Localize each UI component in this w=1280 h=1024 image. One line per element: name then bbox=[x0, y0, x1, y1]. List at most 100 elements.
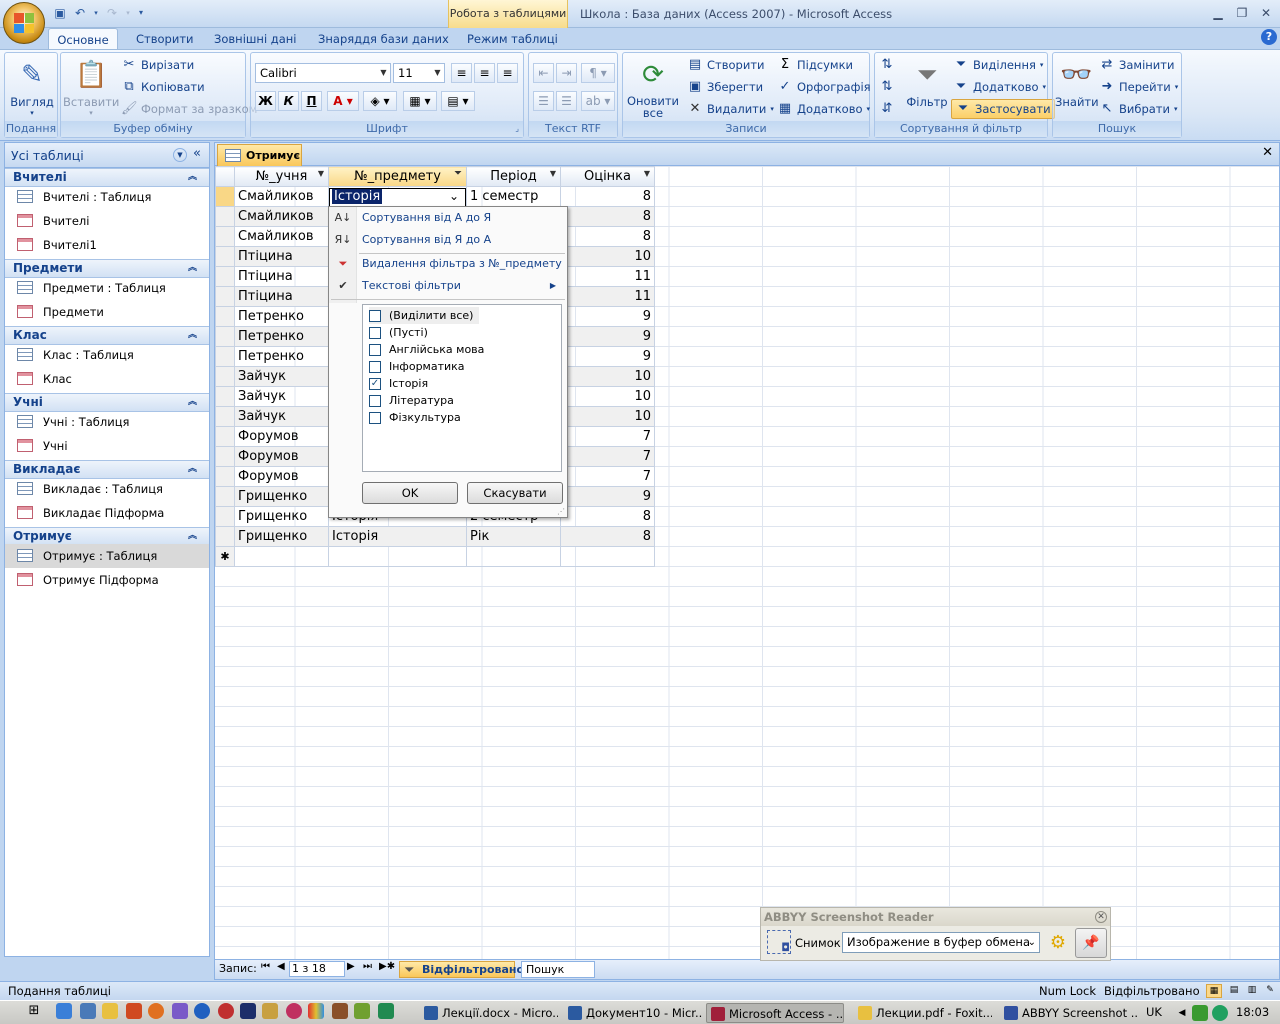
table-cell[interactable]: 8 bbox=[560, 526, 655, 547]
filter-button[interactable]: ⏷ Фільтр bbox=[903, 59, 951, 109]
record-selector[interactable] bbox=[215, 506, 235, 527]
record-selector[interactable] bbox=[215, 486, 235, 507]
pin-icon[interactable]: 📌 bbox=[1075, 928, 1107, 958]
help-icon[interactable]: ? bbox=[1261, 29, 1277, 45]
table-cell[interactable] bbox=[328, 546, 467, 567]
datasheet-view-icon[interactable]: ▦ bbox=[1206, 984, 1222, 998]
select-button[interactable]: ↖ Вибрати ▾ bbox=[1099, 101, 1178, 117]
prev-record-icon[interactable]: ◀ bbox=[277, 961, 285, 972]
record-selector[interactable] bbox=[215, 366, 235, 387]
table-cell[interactable]: Форумов bbox=[234, 426, 329, 447]
quicklaunch-icon[interactable] bbox=[218, 1003, 234, 1019]
tab-create[interactable]: Створити bbox=[128, 28, 202, 50]
design-view-icon[interactable]: ✎ bbox=[1262, 984, 1278, 998]
tray-arrow-icon[interactable]: ◀ bbox=[1174, 1005, 1190, 1021]
align-right-icon[interactable]: ≡ bbox=[497, 63, 518, 83]
next-record-icon[interactable]: ▶ bbox=[347, 961, 355, 972]
table-cell[interactable]: Грищенко bbox=[234, 526, 329, 547]
select-all-cell[interactable] bbox=[215, 166, 235, 187]
font-size-combo[interactable]: 11 ▼ bbox=[393, 63, 445, 83]
nav-item-teaches-subform[interactable]: Викладає Підформа bbox=[5, 501, 209, 525]
filter-value-english[interactable]: Англійська мова bbox=[369, 341, 484, 358]
pivot-table-icon[interactable]: ▤ bbox=[1226, 984, 1242, 998]
replace-button[interactable]: ⇄ Замінити bbox=[1099, 57, 1175, 73]
table-cell[interactable]: 10 bbox=[560, 386, 655, 407]
nav-item-teachers1-form[interactable]: Вчителі1 bbox=[5, 233, 209, 257]
table-cell[interactable]: Петренко bbox=[234, 346, 329, 367]
close-document-icon[interactable]: ✕ bbox=[1262, 145, 1273, 160]
table-cell[interactable]: Птіцина bbox=[234, 286, 329, 307]
quicklaunch-icon[interactable] bbox=[172, 1003, 188, 1019]
checkbox[interactable] bbox=[369, 361, 381, 373]
goto-button[interactable]: ➜ Перейти ▾ bbox=[1099, 79, 1179, 95]
quicklaunch-icon[interactable] bbox=[286, 1003, 302, 1019]
quicklaunch-icon[interactable] bbox=[262, 1003, 278, 1019]
tab-external-data[interactable]: Зовнішні дані bbox=[206, 28, 305, 50]
clear-sort-button[interactable]: ⇵ bbox=[879, 101, 895, 117]
firefox-icon[interactable] bbox=[148, 1003, 164, 1019]
table-cell[interactable]: Історія bbox=[328, 526, 467, 547]
filter-value-literature[interactable]: Література bbox=[369, 392, 454, 409]
record-position-input[interactable]: 1 з 18 bbox=[289, 961, 345, 977]
start-menu-icon[interactable]: ⊞ bbox=[26, 1003, 42, 1019]
new-record-button[interactable]: ▤ Створити bbox=[687, 57, 765, 73]
shutter-bar-icon[interactable]: « bbox=[193, 146, 201, 161]
record-selector[interactable] bbox=[215, 426, 235, 447]
checkbox-checked[interactable]: ✓ bbox=[369, 378, 381, 390]
record-selector[interactable] bbox=[215, 526, 235, 547]
filter-value-pe[interactable]: Фізкультура bbox=[369, 409, 461, 426]
font-name-combo[interactable]: Calibri ▼ bbox=[255, 63, 391, 83]
find-button[interactable]: 👓 Знайти bbox=[1055, 59, 1099, 109]
table-cell[interactable]: 10 bbox=[560, 366, 655, 387]
tab-database-tools[interactable]: Знаряддя бази даних bbox=[310, 28, 457, 50]
checkbox[interactable] bbox=[369, 344, 381, 356]
table-cell[interactable] bbox=[560, 546, 655, 567]
table-cell[interactable] bbox=[234, 546, 329, 567]
advanced-filter-button[interactable]: ⏷ Додатково ▾ bbox=[953, 79, 1046, 95]
close-window-icon[interactable]: ✕ bbox=[1254, 4, 1278, 22]
chevron-down-icon[interactable]: ⌄ bbox=[447, 189, 461, 203]
record-selector[interactable] bbox=[215, 326, 235, 347]
cut-button[interactable]: ✂ Вирізати bbox=[121, 57, 195, 73]
table-cell[interactable]: Петренко bbox=[234, 326, 329, 347]
sort-asc-button[interactable]: ⇅ bbox=[879, 57, 895, 73]
quicklaunch-icon[interactable] bbox=[332, 1003, 348, 1019]
filter-value-select-all[interactable]: (Виділити все) bbox=[369, 307, 480, 324]
filter-value-history[interactable]: ✓ Історія bbox=[369, 375, 428, 392]
taskbar-item-abbyy[interactable]: ABBYY Screenshot ... bbox=[1000, 1003, 1138, 1023]
table-cell[interactable]: 10 bbox=[560, 406, 655, 427]
quicklaunch-icon[interactable] bbox=[378, 1003, 394, 1019]
minimize-icon[interactable]: ▁ bbox=[1206, 4, 1230, 22]
menu-clear-filter[interactable]: Видалення фільтра з №_предмету bbox=[362, 254, 562, 274]
table-cell[interactable]: Форумов bbox=[234, 466, 329, 487]
first-record-icon[interactable]: ⏮ bbox=[261, 961, 270, 972]
nav-pane-header[interactable]: Усі таблиці ▼ « bbox=[5, 143, 209, 168]
dialog-launcher-icon[interactable]: ⌟ bbox=[515, 121, 519, 137]
record-selector[interactable] bbox=[215, 386, 235, 407]
nav-item-students-form[interactable]: Учні bbox=[5, 434, 209, 458]
filter-icon[interactable]: ⏷ bbox=[454, 168, 462, 179]
bold-icon[interactable]: Ж bbox=[255, 91, 276, 111]
tab-datasheet[interactable]: Режим таблиці bbox=[459, 28, 566, 50]
italic-icon[interactable]: К bbox=[278, 91, 299, 111]
alt-fill-icon[interactable]: ▤ ▾ bbox=[441, 91, 475, 111]
tray-icon[interactable] bbox=[1192, 1005, 1208, 1021]
table-cell[interactable]: Зайчук bbox=[234, 366, 329, 387]
filtered-toggle[interactable]: ⏷ Відфільтровано bbox=[399, 961, 524, 978]
nav-item-class-form[interactable]: Клас bbox=[5, 367, 209, 391]
nav-item-students-table[interactable]: Учні : Таблиця bbox=[5, 410, 209, 434]
table-cell[interactable]: 8 bbox=[560, 206, 655, 227]
table-cell[interactable]: Зайчук bbox=[234, 386, 329, 407]
totals-button[interactable]: Σ Підсумки bbox=[777, 57, 853, 73]
table-cell[interactable]: 11 bbox=[560, 286, 655, 307]
checkbox[interactable] bbox=[369, 412, 381, 424]
toggle-filter-button[interactable]: ⏷ Застосувати bbox=[951, 99, 1055, 119]
table-cell[interactable]: 7 bbox=[560, 426, 655, 447]
camera-icon[interactable]: ◘ bbox=[767, 930, 791, 954]
pivot-chart-icon[interactable]: ▥ bbox=[1244, 984, 1260, 998]
table-cell[interactable]: 1 семестр bbox=[466, 186, 561, 207]
table-cell[interactable]: Птіцина bbox=[234, 266, 329, 287]
new-record-icon[interactable]: ▶✱ bbox=[379, 961, 395, 972]
taskbar-item-word-doc10[interactable]: Документ10 - Micr... bbox=[564, 1003, 702, 1023]
record-selector[interactable] bbox=[215, 286, 235, 307]
